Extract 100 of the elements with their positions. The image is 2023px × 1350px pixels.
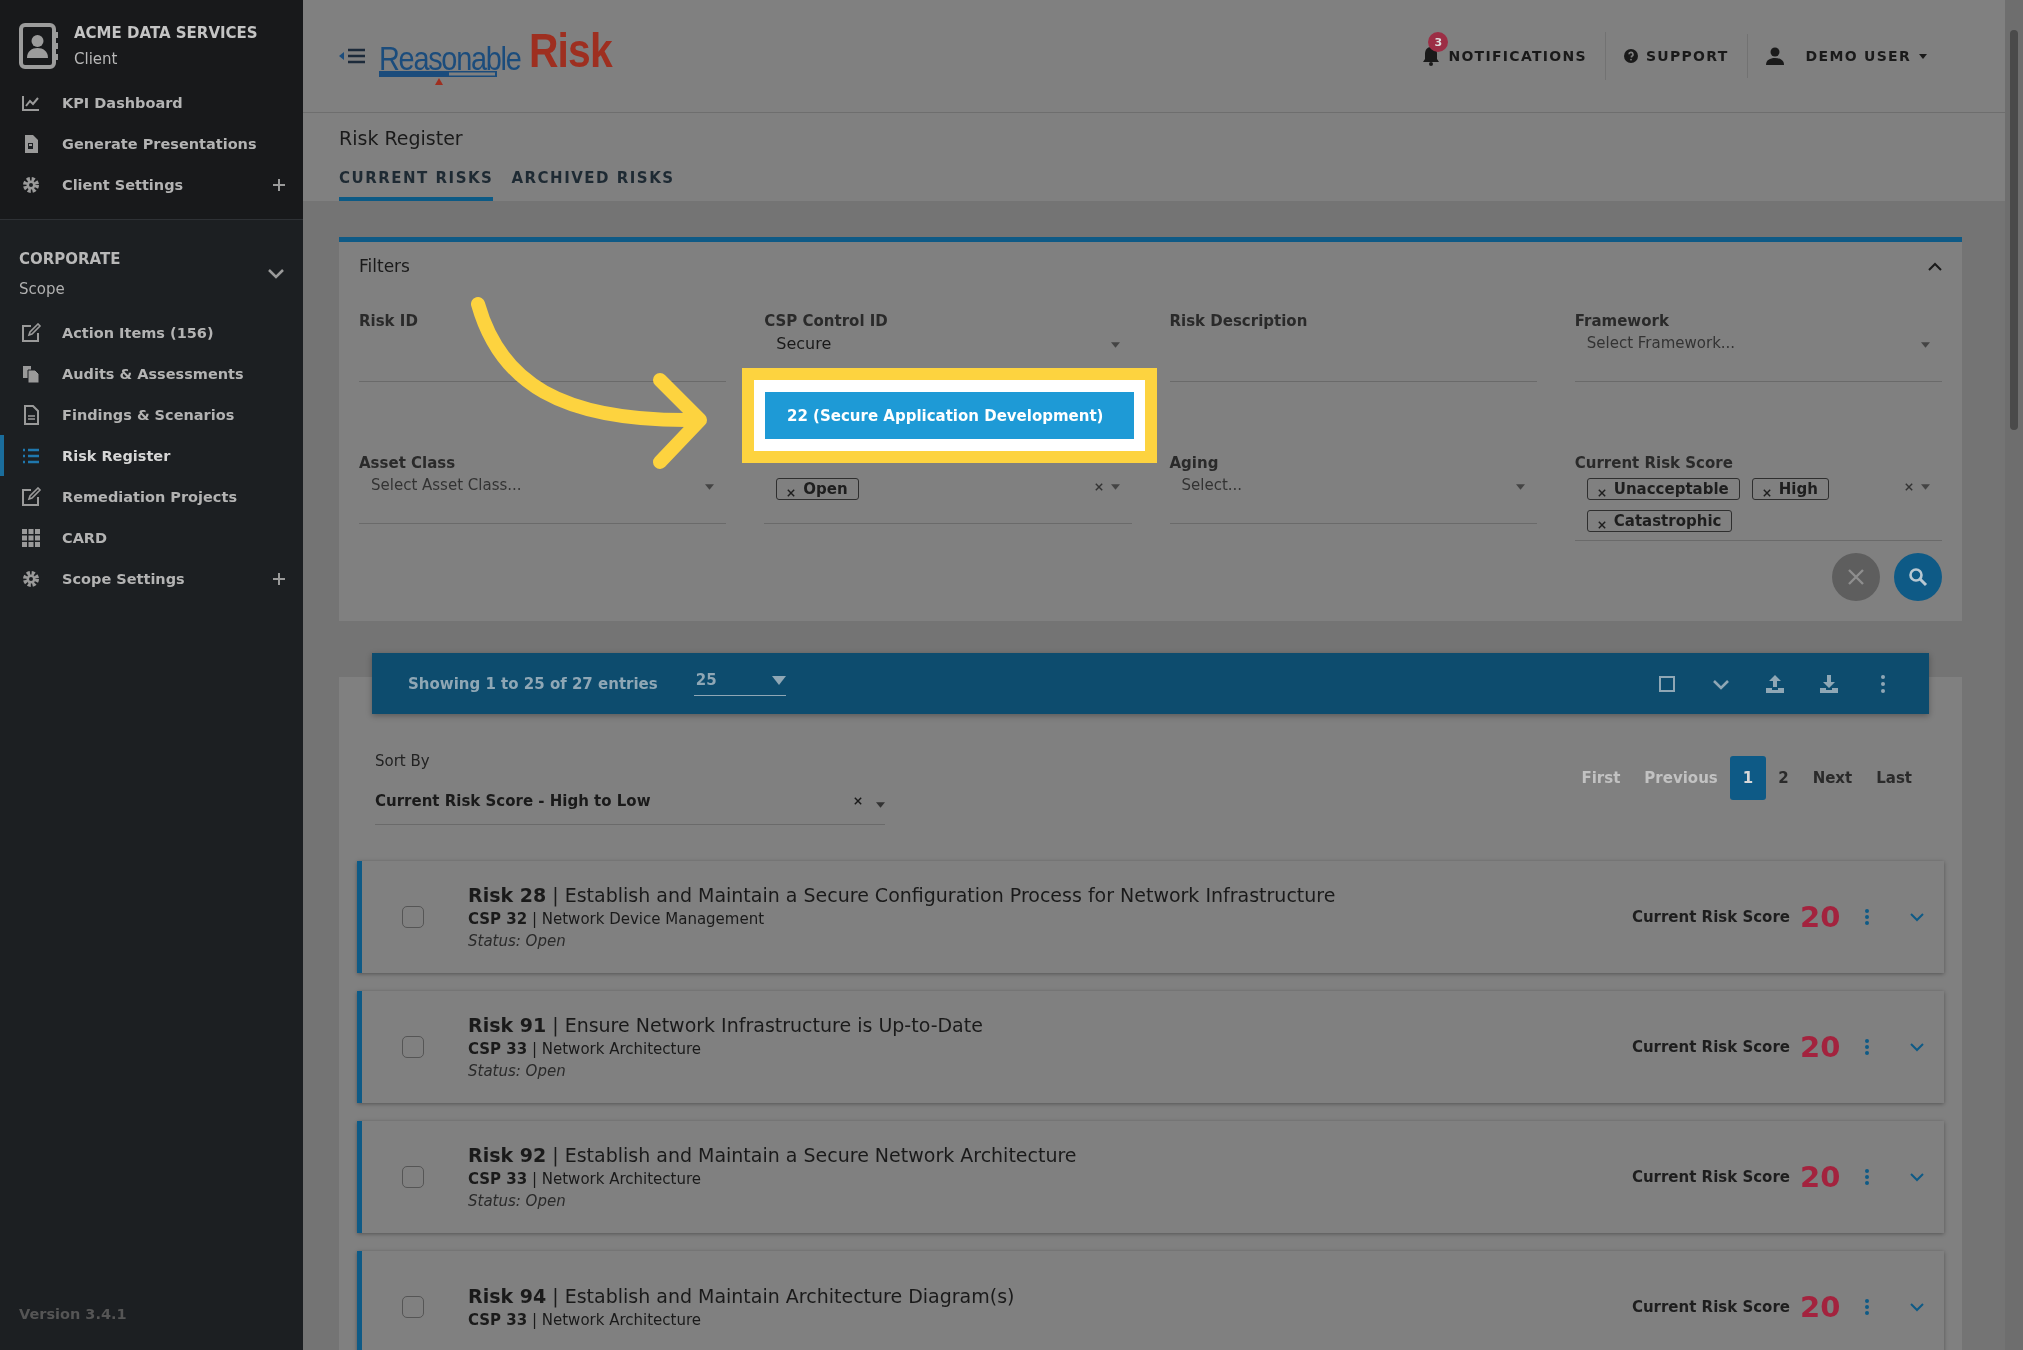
score-label: Current Risk Score [1631, 1298, 1790, 1316]
sidebar-item[interactable]: Findings & Scenarios [0, 394, 303, 435]
client-label: Client [74, 50, 119, 68]
chevron-icon[interactable] [267, 268, 285, 280]
checkbox[interactable] [402, 1166, 424, 1188]
checkbox[interactable] [402, 1296, 424, 1318]
score-label: Current Risk Score [1631, 908, 1790, 926]
sidebar-item[interactable]: Scope Settings [0, 558, 303, 599]
risk-status: Status: Open [468, 1062, 567, 1080]
field-label: Framework [1574, 312, 1669, 330]
sidebar-item[interactable]: CARD [0, 517, 303, 558]
control-info: CSP 33 | Network Architecture [468, 1311, 702, 1329]
upload-icon[interactable] [1765, 673, 1785, 694]
field-label: Risk Description [1169, 312, 1308, 330]
search-button[interactable] [1894, 553, 1942, 601]
risk-title: Risk 91 | Ensure Network Infrastructure is Up-to-Date [468, 1014, 984, 1036]
page-title: Risk Register [339, 127, 464, 149]
field-label: Aging [1169, 454, 1219, 472]
dropdown-caret-icon [1515, 484, 1525, 490]
chevron-icon[interactable] [1928, 261, 1942, 271]
more-icon[interactable] [1864, 908, 1870, 926]
tab[interactable]: CURRENT RISKS [339, 163, 494, 201]
support-link[interactable]: SUPPORT [1605, 34, 1748, 78]
field-label: Current Risk Score [1574, 454, 1733, 472]
page-button[interactable]: 1 [1729, 756, 1767, 800]
sidebar-item[interactable]: Risk Register [0, 435, 303, 476]
dropdown-caret-icon [876, 802, 885, 808]
remove-icon[interactable] [787, 488, 796, 497]
sort-select[interactable]: Current Risk Score - High to Low [375, 778, 885, 825]
more-icon[interactable] [1864, 1168, 1870, 1186]
plus-icon[interactable] [273, 178, 285, 191]
risk-status: Status: Open [468, 932, 567, 950]
checkbox[interactable] [402, 1036, 424, 1058]
scope-name: CORPORATE [19, 250, 121, 268]
dropdown-caret-icon [1110, 484, 1120, 490]
remove-icon[interactable] [1762, 488, 1771, 497]
more-icon[interactable] [1864, 1038, 1870, 1056]
filter-tag[interactable]: Unacceptable [1586, 478, 1740, 500]
scope-label: Scope [19, 280, 66, 298]
help-icon [1623, 49, 1638, 63]
grid-icon [20, 527, 42, 548]
panel-title: Filters [359, 256, 410, 276]
remove-icon[interactable] [1597, 488, 1606, 497]
dropdown-caret-icon [1921, 484, 1930, 490]
risk-score: 20 [1800, 900, 1840, 934]
filter-tag[interactable]: Catastrophic [1586, 510, 1733, 532]
edit-icon [20, 486, 42, 507]
close-icon [1847, 568, 1865, 586]
risk-score: 20 [1800, 1290, 1840, 1324]
notifications-link[interactable]: 3 NOTIFICATIONS [1404, 32, 1606, 80]
checkbox[interactable] [402, 906, 424, 928]
download-icon[interactable] [1819, 673, 1839, 694]
sidebar-item[interactable]: Audits & Assessments [0, 353, 303, 394]
user-menu[interactable]: DEMO USER [1747, 33, 1945, 79]
notification-badge: 3 [1428, 32, 1449, 52]
sidebar-item[interactable]: Generate Presentations [0, 123, 303, 164]
clear-icon[interactable] [1905, 483, 1913, 491]
version-label: Version 3.4.1 [18, 1306, 128, 1324]
more-icon[interactable] [1864, 1298, 1870, 1316]
scrollbar[interactable] [2005, 0, 2023, 1350]
multi-select-field[interactable]: Open [764, 474, 1132, 524]
user-icon [1765, 47, 1784, 65]
page-button[interactable]: 2 [1766, 756, 1801, 800]
select-field[interactable]: Select Asset Class... [359, 474, 727, 524]
risk-score: 20 [1800, 1030, 1840, 1064]
select-field[interactable]: Select Framework... [1574, 332, 1942, 382]
clear-icon[interactable] [1094, 483, 1103, 491]
select-field[interactable]: Select... [1169, 474, 1537, 524]
gear-icon [20, 568, 42, 589]
clear-button[interactable] [1832, 553, 1880, 601]
multi-select-field[interactable]: Unacceptable High Catastrophic [1574, 474, 1942, 541]
filter-tag[interactable]: Open [776, 478, 859, 500]
tab[interactable]: ARCHIVED RISKS [511, 163, 675, 201]
score-label: Current Risk Score [1631, 1168, 1790, 1186]
risk-score: 20 [1800, 1160, 1840, 1194]
sidebar-item[interactable]: Action Items (156) [0, 312, 303, 353]
sidebar-item[interactable]: Remediation Projects [0, 476, 303, 517]
logo-text: Risk [529, 27, 613, 75]
dropdown-caret-icon [1921, 342, 1930, 348]
sidebar-item[interactable]: Client Settings [0, 164, 303, 205]
clear-icon[interactable] [854, 797, 862, 805]
field-label: CSP Control ID [764, 312, 888, 330]
remove-icon[interactable] [1597, 520, 1606, 529]
sidebar-item[interactable]: KPI Dashboard [0, 82, 303, 123]
menu-icon[interactable] [339, 46, 365, 66]
page-button[interactable]: Last [1864, 756, 1924, 800]
risk-title: Risk 94 | Establish and Maintain Architecture Diagram(s) [468, 1285, 1016, 1307]
client-name: ACME DATA SERVICES [74, 24, 258, 42]
plus-icon[interactable] [273, 572, 285, 585]
select-all-icon[interactable] [1657, 673, 1677, 694]
dropdown-option[interactable]: 22 (Secure Application Development) [765, 392, 1134, 439]
logo-text: Reasonable [379, 41, 521, 75]
page-size-select[interactable]: 25 [693, 671, 786, 696]
filter-tag[interactable]: High [1751, 478, 1829, 500]
edit-icon [20, 322, 42, 343]
score-label: Current Risk Score [1631, 1038, 1790, 1056]
page-button[interactable]: Next [1800, 756, 1865, 800]
entries-info: Showing 1 to 25 of 27 entries [408, 674, 658, 693]
copy-icon [20, 363, 42, 384]
dropdown-caret-icon [705, 484, 715, 490]
